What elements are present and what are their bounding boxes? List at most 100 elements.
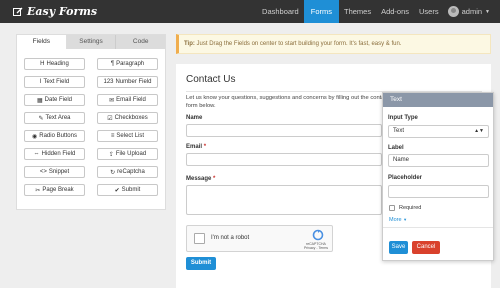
nav-addons[interactable]: Add-ons bbox=[376, 0, 414, 23]
field-heading-button[interactable]: H Heading bbox=[24, 58, 85, 70]
placeholder-label: Placeholder bbox=[388, 175, 423, 181]
field-number-button[interactable]: 123 Number Field bbox=[97, 76, 158, 88]
edit-icon bbox=[13, 7, 23, 16]
tip-text: Just Drag the Fields on center to start … bbox=[194, 41, 402, 47]
recaptcha-checkbox[interactable] bbox=[194, 233, 205, 244]
field-label: Text Field bbox=[43, 79, 70, 85]
field-upload-button[interactable]: ⇪ File Upload bbox=[97, 148, 158, 160]
brand[interactable]: Easy Forms bbox=[13, 4, 97, 19]
field-label: Page Break bbox=[42, 187, 74, 193]
field-checkboxes-button[interactable]: ☑ Checkboxes bbox=[97, 112, 158, 124]
recaptcha-icon bbox=[312, 229, 324, 241]
field-hidden-button[interactable]: ⇔ Hidden Field bbox=[24, 148, 85, 160]
name-label-text: Name bbox=[186, 115, 203, 121]
name-field[interactable] bbox=[186, 124, 382, 137]
user-menu[interactable]: admin ▼ bbox=[444, 6, 490, 17]
field-radio-button[interactable]: ◉ Radio Buttons bbox=[24, 130, 85, 142]
field-label: Submit bbox=[121, 187, 141, 193]
upload-icon: ⇪ bbox=[108, 151, 114, 158]
required-mark: * bbox=[203, 144, 207, 150]
scissors-icon: ✂ bbox=[35, 187, 41, 194]
field-label: Snippet bbox=[48, 169, 70, 175]
chevron-down-icon: ▼ bbox=[485, 8, 490, 15]
placeholder-input[interactable] bbox=[388, 185, 489, 198]
field-label: Paragraph bbox=[116, 61, 145, 67]
radio-icon: ◉ bbox=[32, 133, 38, 140]
text-cursor-icon: I bbox=[39, 79, 42, 85]
nav-dashboard[interactable]: Dashboard bbox=[257, 0, 304, 23]
label-input[interactable]: Name bbox=[388, 154, 489, 167]
checkbox-icon: ☑ bbox=[107, 115, 113, 122]
field-label: Heading bbox=[46, 61, 69, 67]
message-label[interactable]: Message * bbox=[186, 176, 215, 182]
email-label-text: Email bbox=[186, 144, 203, 150]
brand-name: Easy Forms bbox=[27, 5, 98, 18]
fields-grid: H Heading ¶ Paragraph I Text Field 123 Numbe… bbox=[17, 49, 165, 196]
field-paragraph-button[interactable]: ¶ Paragraph bbox=[97, 58, 158, 70]
field-label: Email Field bbox=[116, 97, 146, 103]
more-label: More bbox=[389, 217, 402, 223]
field-label: Date Field bbox=[44, 97, 73, 103]
input-type-value: Text bbox=[393, 128, 405, 134]
field-label: File Upload bbox=[115, 151, 147, 157]
panel-tabs: Fields Settings Code bbox=[17, 35, 165, 49]
field-date-button[interactable]: ▦ Date Field bbox=[24, 94, 85, 106]
tip-alert: Tip: Just Drag the Fields on center to s… bbox=[176, 34, 491, 54]
field-label: Text Area bbox=[45, 115, 71, 121]
tab-code[interactable]: Code bbox=[116, 35, 165, 49]
field-submit-button[interactable]: ✔ Submit bbox=[97, 184, 158, 196]
field-pagebreak-button[interactable]: ✂ Page Break bbox=[24, 184, 85, 196]
required-mark: * bbox=[213, 176, 216, 182]
recaptcha-links[interactable]: Privacy - Terms bbox=[304, 246, 328, 250]
checkmark-icon: ✔ bbox=[114, 187, 120, 194]
form-description[interactable]: Let us know your questions, suggestions … bbox=[186, 94, 391, 110]
checkbox-icon bbox=[389, 205, 395, 211]
tab-fields[interactable]: Fields bbox=[17, 35, 67, 49]
field-snippet-button[interactable]: <> Snippet bbox=[24, 166, 85, 178]
nav-themes[interactable]: Themes bbox=[339, 0, 376, 23]
avatar bbox=[447, 6, 459, 17]
nav-users[interactable]: Users bbox=[414, 0, 444, 23]
envelope-icon: ✉ bbox=[109, 97, 115, 104]
name-label[interactable]: Name bbox=[186, 115, 202, 121]
top-navbar: Easy Forms Dashboard Forms Themes Add-on… bbox=[0, 0, 500, 23]
paragraph-icon: ¶ bbox=[110, 61, 115, 67]
more-link[interactable]: More ▼ bbox=[389, 217, 407, 223]
field-label: Select List bbox=[116, 133, 145, 139]
input-type-label: Input Type bbox=[388, 115, 418, 121]
save-button[interactable]: Save bbox=[389, 241, 408, 254]
form-title[interactable]: Contact Us bbox=[186, 74, 235, 85]
message-label-text: Message bbox=[186, 176, 212, 182]
required-checkbox[interactable]: Required bbox=[389, 205, 421, 211]
chevron-down-icon: ▼ bbox=[403, 217, 408, 222]
input-type-select[interactable]: Text ▲▼ bbox=[388, 125, 489, 138]
recaptcha-widget: I'm not a robot reCAPTCHA Privacy - Terms bbox=[186, 225, 333, 252]
required-label: Required bbox=[399, 205, 422, 211]
field-settings-popover: Text Input Type Text ▲▼ Label Name Place… bbox=[382, 92, 494, 261]
message-textarea[interactable] bbox=[186, 185, 382, 215]
field-label: Number Field bbox=[115, 79, 152, 85]
field-label: Checkboxes bbox=[114, 115, 148, 121]
field-label: Radio Buttons bbox=[39, 133, 77, 139]
chevron-updown-icon: ▲▼ bbox=[474, 128, 484, 134]
nav-menu: Dashboard Forms Themes Add-ons Users adm… bbox=[257, 0, 490, 23]
code-icon: <> bbox=[39, 169, 47, 175]
divider bbox=[383, 227, 493, 228]
field-label: Hidden Field bbox=[41, 151, 76, 157]
field-select-button[interactable]: ≡ Select List bbox=[97, 130, 158, 142]
recaptcha-text: I'm not a robot bbox=[211, 235, 250, 241]
cancel-button[interactable]: Cancel bbox=[412, 241, 440, 254]
recaptcha-icon: ↻ bbox=[110, 169, 116, 176]
arrows-horizontal-icon: ⇔ bbox=[33, 151, 40, 157]
nav-forms[interactable]: Forms bbox=[303, 0, 339, 23]
field-textarea-button[interactable]: ✎ Text Area bbox=[24, 112, 85, 124]
field-text-button[interactable]: I Text Field bbox=[24, 76, 85, 88]
email-field[interactable] bbox=[186, 153, 382, 166]
submit-button[interactable]: Submit bbox=[186, 257, 216, 270]
tab-settings[interactable]: Settings bbox=[67, 35, 117, 49]
field-recaptcha-button[interactable]: ↻ reCaptcha bbox=[97, 166, 158, 178]
user-name: admin bbox=[461, 7, 483, 16]
email-label[interactable]: Email * bbox=[186, 144, 206, 150]
calendar-icon: ▦ bbox=[36, 97, 43, 104]
field-email-button[interactable]: ✉ Email Field bbox=[97, 94, 158, 106]
